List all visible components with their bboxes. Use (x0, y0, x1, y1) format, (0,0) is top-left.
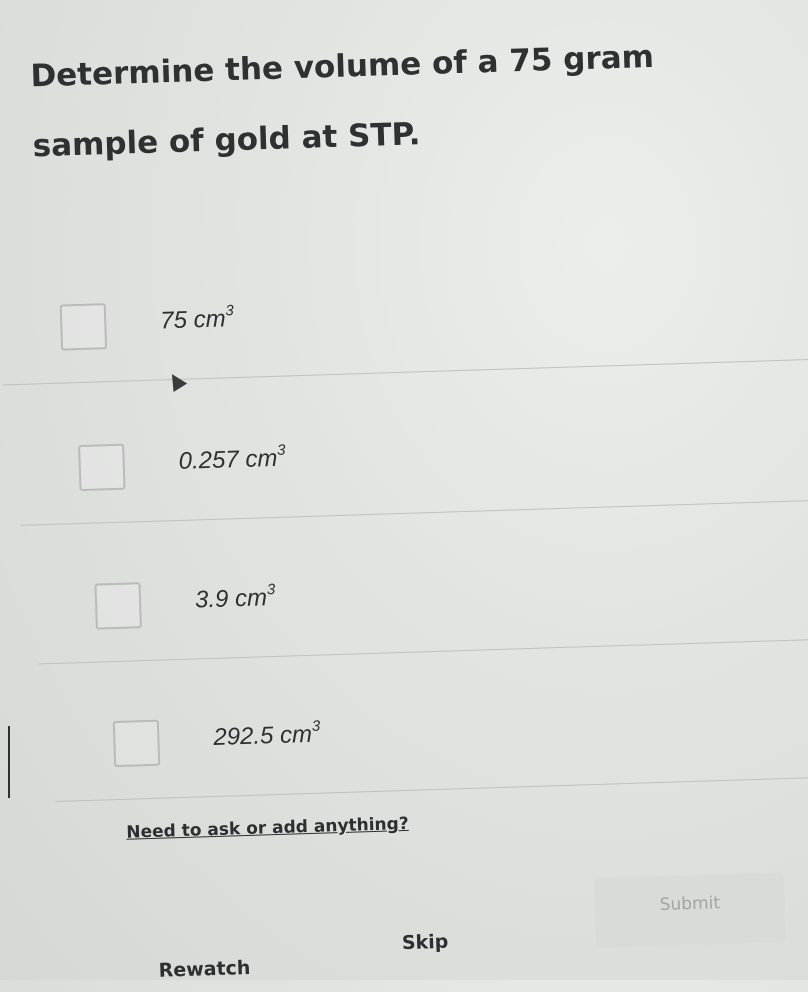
question-text: Determine the volume of a 75 gram sample… (29, 38, 655, 165)
option-divider (2, 356, 808, 386)
answer-checkbox[interactable] (112, 719, 161, 768)
answer-label: 292.5 cm3 (212, 717, 321, 751)
answer-checkbox[interactable] (78, 443, 126, 492)
answer-option-2[interactable]: 0.257 cm3 (20, 421, 808, 563)
answer-checkbox[interactable] (94, 582, 142, 630)
answer-checkbox[interactable] (59, 303, 108, 351)
answer-option-4[interactable]: 292.5 cm3 (55, 697, 808, 839)
answer-option-1[interactable]: 75 cm3 (2, 280, 808, 422)
answer-label: 0.257 cm3 (178, 441, 286, 475)
screen-edge-divider (8, 726, 10, 798)
skip-button[interactable]: Skip (402, 931, 449, 954)
answer-label: 75 cm3 (159, 302, 234, 335)
option-divider (36, 635, 808, 665)
option-divider (55, 773, 808, 802)
quiz-screen: Determine the volume of a 75 gram sample… (0, 0, 808, 992)
submit-button[interactable]: Submit (593, 872, 787, 949)
rewatch-button[interactable]: Rewatch (158, 957, 250, 982)
option-divider (20, 497, 808, 526)
answer-label: 3.9 cm3 (194, 580, 276, 614)
answer-option-3[interactable]: 3.9 cm3 (36, 559, 808, 701)
